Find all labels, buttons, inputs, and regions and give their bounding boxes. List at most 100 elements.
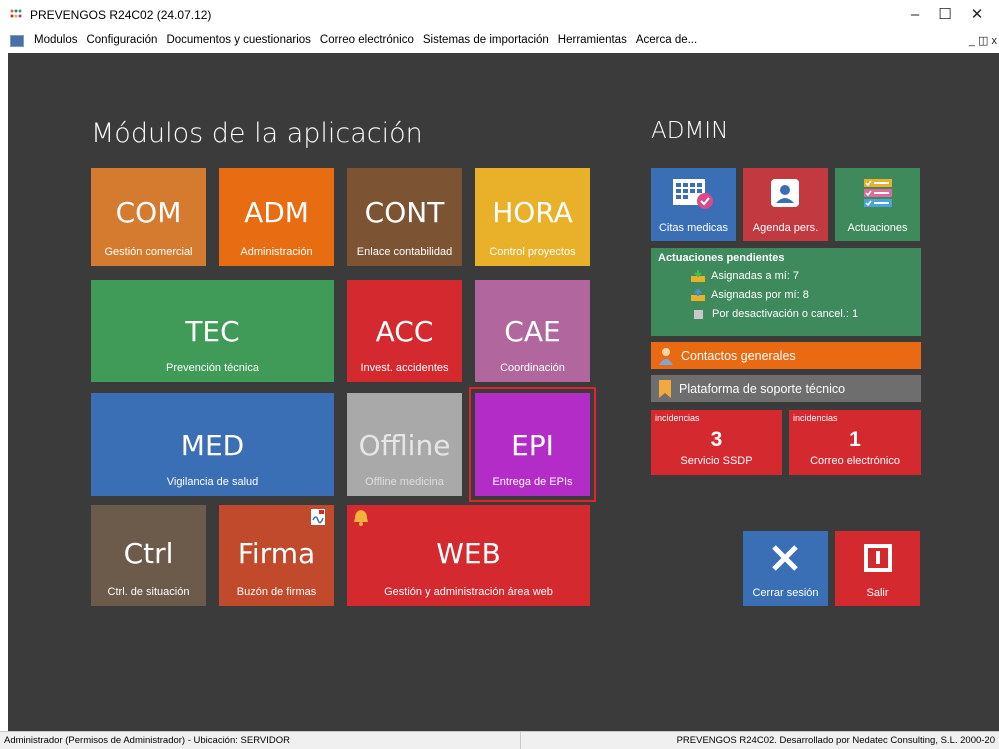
inbox-down-icon xyxy=(691,270,705,282)
menu-item-0[interactable]: Modulos xyxy=(34,34,77,46)
menu-item-5[interactable]: Herramientas xyxy=(558,34,627,46)
maximize-button[interactable]: ☐ xyxy=(930,4,960,26)
module-tile-acc[interactable]: ACC Invest. accidentes xyxy=(347,280,462,382)
menu-bar: Modulos Configuración Documentos y cuestio… xyxy=(0,30,999,52)
status-bar: Administrador (Permisos de Administrador… xyxy=(0,731,999,749)
module-subtitle: Administración xyxy=(240,246,313,258)
person-icon xyxy=(659,347,673,365)
citas-medicas-label: Citas medicas xyxy=(658,222,729,234)
module-tile-adm[interactable]: ADM Administración xyxy=(219,168,334,266)
admin-title: ADMIN xyxy=(651,118,729,144)
minimize-button[interactable]: – xyxy=(900,4,930,26)
module-tile-cont[interactable]: CONT Enlace contabilidad xyxy=(347,168,462,266)
menu-item-4[interactable]: Sistemas de importación xyxy=(423,34,549,46)
module-tile-med[interactable]: MED Vigilancia de salud xyxy=(91,393,334,496)
module-abbr: ADM xyxy=(244,196,309,229)
status-copyright: PREVENGOS R24C02. Desarrollado por Nedat… xyxy=(676,735,995,746)
menu-item-6[interactable]: Acerca de... xyxy=(636,34,697,46)
power-icon xyxy=(864,544,892,572)
module-tile-tec[interactable]: TEC Prevención técnica xyxy=(91,280,334,382)
module-abbr: WEB xyxy=(436,537,501,570)
module-abbr: HORA xyxy=(492,196,573,229)
incidents-caption: incidencias xyxy=(793,413,838,423)
menu-items: Modulos Configuración Documentos y cuestio… xyxy=(34,34,697,46)
module-tile-web[interactable]: WEB Gestión y administración área web xyxy=(347,505,590,606)
logout-button[interactable]: Cerrar sesión xyxy=(743,531,828,606)
incidents-count: 3 xyxy=(710,428,723,451)
module-tile-epi[interactable]: EPI Entrega de EPIs xyxy=(475,393,590,496)
incidents-caption: incidencias xyxy=(655,413,700,423)
mdi-window-icon[interactable] xyxy=(10,35,24,47)
module-subtitle: Control proyectos xyxy=(489,246,576,258)
bell-icon xyxy=(354,510,368,526)
contact-card-icon xyxy=(771,179,799,207)
status-user: Administrador (Permisos de Administrador… xyxy=(4,735,290,746)
module-subtitle: Ctrl. de situación xyxy=(107,586,190,598)
incidents-email-tile[interactable]: incidencias 1 Correo electrónico xyxy=(789,410,921,475)
menu-item-1[interactable]: Configuración xyxy=(86,34,157,46)
pending-deactivation[interactable]: Por desactivación o cancel.: 1 xyxy=(694,308,858,320)
app-logo-icon xyxy=(10,9,22,18)
pending-assigned-by-me[interactable]: Asignadas por mí: 8 xyxy=(691,289,809,301)
module-tile-hora[interactable]: HORA Control proyectos xyxy=(475,168,590,266)
signed-document-icon xyxy=(311,509,325,525)
incidents-label: Servicio SSDP xyxy=(680,455,753,467)
module-subtitle: Entrega de EPIs xyxy=(492,476,573,488)
status-right-panel: PREVENGOS R24C02. Desarrollado por Nedat… xyxy=(520,732,999,749)
contacts-bar[interactable]: Contactos generales xyxy=(651,342,921,369)
citas-medicas-tile[interactable]: Citas medicas xyxy=(651,168,736,241)
title-bar: PREVENGOS R24C02 (24.07.12) – ☐ ✕ xyxy=(0,0,999,30)
actuaciones-tile[interactable]: Actuaciones xyxy=(835,168,920,241)
module-subtitle: Offline medicina xyxy=(365,476,444,488)
module-subtitle: Prevención técnica xyxy=(166,362,259,374)
module-tile-com[interactable]: COM Gestión comercial xyxy=(91,168,206,266)
module-subtitle: Invest. accidentes xyxy=(360,362,449,374)
module-tile-offline[interactable]: Offline Offline medicina xyxy=(347,393,462,496)
mdi-window-controls[interactable]: _ ◫ x xyxy=(969,34,997,47)
module-abbr: EPI xyxy=(511,429,554,462)
module-abbr: ACC xyxy=(375,315,434,348)
exit-label: Salir xyxy=(866,587,889,599)
menu-item-2[interactable]: Documentos y cuestionarios xyxy=(166,34,310,46)
square-icon xyxy=(694,309,703,319)
pending-row-label: Asignadas por mí: 8 xyxy=(711,289,809,301)
module-tile-cae[interactable]: CAE Coordinación xyxy=(475,280,590,382)
module-tile-firma[interactable]: Firma Buzón de firmas xyxy=(219,505,334,606)
module-abbr: Firma xyxy=(237,537,316,570)
module-abbr: CONT xyxy=(364,196,445,229)
module-abbr: Offline xyxy=(358,429,451,462)
module-subtitle: Gestión y administración área web xyxy=(384,586,553,598)
logout-label: Cerrar sesión xyxy=(752,587,819,599)
support-bar[interactable]: Plataforma de soporte técnico xyxy=(651,375,921,402)
pending-actions-panel: Actuaciones pendientes Asignadas a mí: 7… xyxy=(651,248,921,336)
support-label: Plataforma de soporte técnico xyxy=(679,381,846,396)
module-tile-ctrl[interactable]: Ctrl Ctrl. de situación xyxy=(91,505,206,606)
module-subtitle: Coordinación xyxy=(500,362,565,374)
incidents-label: Correo electrónico xyxy=(810,455,900,467)
close-button[interactable]: ✕ xyxy=(962,4,992,26)
pending-assigned-to-me[interactable]: Asignadas a mí: 7 xyxy=(691,270,799,282)
module-abbr: COM xyxy=(115,196,182,229)
agenda-personal-tile[interactable]: Agenda pers. xyxy=(743,168,828,241)
bookmark-icon xyxy=(659,379,671,398)
incidents-ssdp-tile[interactable]: incidencias 3 Servicio SSDP xyxy=(651,410,782,475)
checklist-icon xyxy=(864,179,892,207)
exit-button[interactable]: Salir xyxy=(835,531,920,606)
main-dashboard: Módulos de la aplicación COM Gestión come… xyxy=(8,53,999,731)
window-title: PREVENGOS R24C02 (24.07.12) xyxy=(30,8,212,22)
pending-row-label: Por desactivación o cancel.: 1 xyxy=(712,308,859,320)
pending-actions-header: Actuaciones pendientes xyxy=(658,252,785,264)
inbox-up-icon xyxy=(691,289,705,301)
contacts-label: Contactos generales xyxy=(681,348,796,363)
module-subtitle: Vigilancia de salud xyxy=(166,476,259,488)
module-abbr: TEC xyxy=(185,315,240,348)
close-x-icon xyxy=(772,545,798,571)
module-abbr: CAE xyxy=(504,315,561,348)
menu-item-3[interactable]: Correo electrónico xyxy=(320,34,414,46)
modules-title: Módulos de la aplicación xyxy=(91,118,423,149)
module-subtitle: Buzón de firmas xyxy=(236,586,317,598)
pending-row-label: Asignadas a mí: 7 xyxy=(711,270,800,282)
calendar-icon xyxy=(673,179,713,209)
agenda-personal-label: Agenda pers. xyxy=(752,222,819,234)
module-abbr: Ctrl xyxy=(123,537,174,570)
